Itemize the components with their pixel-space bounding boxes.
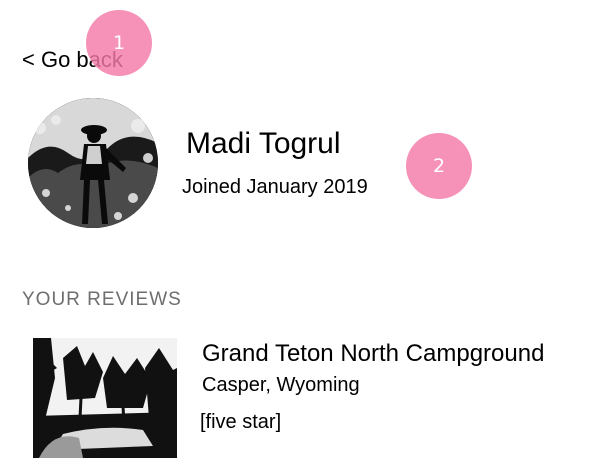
reviews-section-heading: YOUR REVIEWS bbox=[22, 289, 182, 310]
review-title[interactable]: Grand Teton North Campground bbox=[202, 339, 544, 369]
annotation-badge-1: 1 bbox=[86, 10, 152, 76]
avatar bbox=[28, 98, 158, 228]
review-rating: [five star] bbox=[200, 411, 282, 433]
profile-name: Madi Togrul bbox=[186, 127, 341, 160]
annotation-badge-2: 2 bbox=[406, 133, 472, 199]
avatar-photo bbox=[28, 98, 158, 228]
review-campground-image[interactable] bbox=[33, 338, 177, 458]
joined-date: Joined January 2019 bbox=[182, 176, 368, 198]
campground-photo bbox=[33, 338, 177, 458]
review-location: Casper, Wyoming bbox=[202, 374, 360, 396]
